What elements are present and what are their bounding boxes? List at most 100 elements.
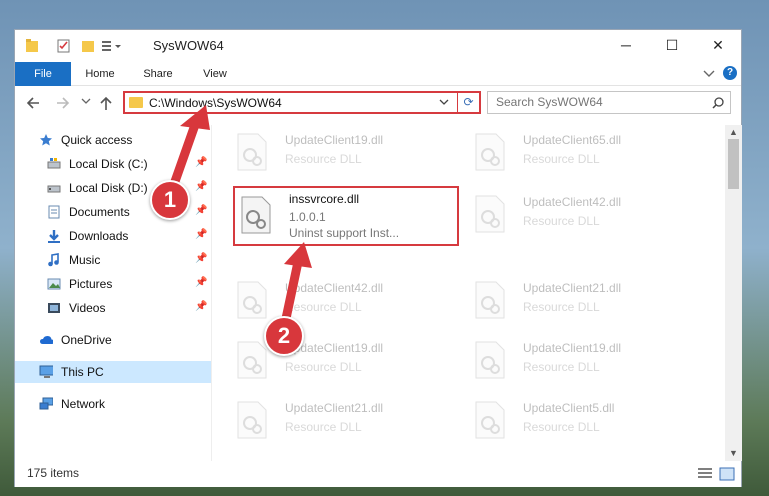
pin-icon[interactable]: 📌 xyxy=(195,181,207,192)
file-item[interactable]: UpdateClient42.dll Resource DLL xyxy=(469,187,695,245)
search-icon[interactable] xyxy=(712,97,724,109)
file-name: inssvrcore.dll xyxy=(289,192,360,206)
vertical-scrollbar[interactable]: ▲ ▼ xyxy=(725,125,742,461)
scroll-thumb[interactable] xyxy=(728,139,739,189)
tab-home[interactable]: Home xyxy=(75,62,125,86)
sidebar-item-label: Pictures xyxy=(69,277,113,291)
address-dropdown-icon[interactable] xyxy=(439,99,449,107)
search-box[interactable] xyxy=(487,91,731,114)
sidebar-item-label: Local Disk (D:) xyxy=(69,181,148,195)
file-item-inssvrcore[interactable]: inssvrcore.dll 1.0.0.1 Uninst support In… xyxy=(233,186,459,246)
drive-icon xyxy=(47,158,61,169)
file-type: Resource DLL xyxy=(285,360,362,374)
sidebar-item-local-disk-c[interactable]: Local Disk (C:) 📌 xyxy=(15,153,211,175)
file-item[interactable]: UpdateClient21.dll Resource DLL xyxy=(469,273,695,331)
file-name: UpdateClient19.dll xyxy=(285,133,384,147)
dll-file-icon xyxy=(475,341,505,379)
minimize-button[interactable]: ─ xyxy=(603,30,649,62)
scroll-up-icon[interactable]: ▲ xyxy=(729,127,738,137)
folder-icon[interactable] xyxy=(25,38,39,54)
network-icon xyxy=(39,397,53,410)
explorer-window: SysWOW64 ─ ☐ ✕ File Home Share View ? C:… xyxy=(14,29,742,487)
new-folder-icon[interactable] xyxy=(81,38,95,54)
sidebar-item-label: This PC xyxy=(61,365,104,379)
sidebar-item-music[interactable]: Music 📌 xyxy=(15,249,211,271)
pin-icon[interactable]: 📌 xyxy=(195,229,207,240)
customize-toolbar-icon[interactable] xyxy=(101,38,123,54)
dll-file-icon xyxy=(237,341,267,379)
sidebar-item-label: OneDrive xyxy=(61,333,112,347)
file-list: UpdateClient19.dll Resource DLL inssvrco… xyxy=(231,125,721,461)
downloads-icon xyxy=(48,230,60,243)
file-type: Resource DLL xyxy=(285,300,362,314)
sidebar-item-videos[interactable]: Videos 📌 xyxy=(15,297,211,319)
refresh-icon[interactable]: ⟳ xyxy=(457,93,479,112)
recent-locations-icon[interactable] xyxy=(81,98,91,106)
file-type: Resource DLL xyxy=(523,360,600,374)
details-view-icon[interactable] xyxy=(697,467,713,481)
maximize-button[interactable]: ☐ xyxy=(649,30,695,62)
forward-arrow-icon[interactable] xyxy=(55,96,71,110)
file-name: UpdateClient42.dll xyxy=(285,281,384,295)
pane-divider xyxy=(211,125,212,461)
up-arrow-icon[interactable] xyxy=(99,95,113,111)
dll-file-icon xyxy=(237,133,267,171)
drive-icon xyxy=(47,185,61,193)
file-name: UpdateClient19.dll xyxy=(523,341,622,355)
ribbon-tabs: File Home Share View ? xyxy=(15,62,741,86)
file-item[interactable]: UpdateClient19.dll Resource DLL xyxy=(469,333,695,391)
file-description: Uninst support Inst... xyxy=(289,226,400,240)
step-1-badge: 1 xyxy=(150,180,190,220)
computer-icon xyxy=(39,365,53,378)
dll-file-icon xyxy=(237,401,267,439)
sidebar-item-downloads[interactable]: Downloads 📌 xyxy=(15,225,211,247)
file-item[interactable]: UpdateClient42.dll Resource DLL xyxy=(231,273,457,331)
dll-file-icon xyxy=(241,196,271,234)
address-path[interactable]: C:\Windows\SysWOW64 xyxy=(149,96,282,110)
file-name: UpdateClient21.dll xyxy=(523,281,622,295)
properties-icon[interactable] xyxy=(57,38,71,54)
sidebar-item-onedrive[interactable]: OneDrive xyxy=(15,329,211,351)
sidebar-item-this-pc[interactable]: This PC xyxy=(15,361,211,383)
file-item[interactable]: UpdateClient65.dll Resource DLL xyxy=(469,125,695,183)
pin-icon[interactable]: 📌 xyxy=(195,277,207,288)
star-icon xyxy=(40,134,52,146)
scroll-down-icon[interactable]: ▼ xyxy=(729,448,738,458)
large-icons-view-icon[interactable] xyxy=(719,467,735,481)
tab-view[interactable]: View xyxy=(190,62,240,86)
dll-file-icon xyxy=(475,281,505,319)
close-button[interactable]: ✕ xyxy=(695,30,741,62)
tab-share[interactable]: Share xyxy=(133,62,183,86)
back-arrow-icon[interactable] xyxy=(25,96,41,110)
file-type: Resource DLL xyxy=(523,214,600,228)
sidebar-item-network[interactable]: Network xyxy=(15,393,211,415)
file-item[interactable]: UpdateClient5.dll Resource DLL xyxy=(469,393,695,451)
dll-file-icon xyxy=(475,133,505,171)
pin-icon[interactable]: 📌 xyxy=(195,301,207,312)
sidebar-item-label: Local Disk (C:) xyxy=(69,157,148,171)
pin-icon[interactable]: 📌 xyxy=(195,157,207,168)
file-item[interactable]: UpdateClient19.dll Resource DLL xyxy=(231,125,457,183)
sidebar-item-label: Videos xyxy=(69,301,106,315)
tab-file[interactable]: File xyxy=(15,62,71,86)
help-button[interactable]: ? xyxy=(723,66,737,80)
item-count: 175 items xyxy=(27,466,80,480)
folder-icon xyxy=(129,97,143,108)
address-bar[interactable]: C:\Windows\SysWOW64 ⟳ xyxy=(123,91,481,114)
file-version: 1.0.0.1 xyxy=(289,210,326,224)
search-input[interactable] xyxy=(496,95,706,109)
pin-icon[interactable]: 📌 xyxy=(195,253,207,264)
file-type: Resource DLL xyxy=(523,300,600,314)
file-type: Resource DLL xyxy=(523,152,600,166)
step-2-badge: 2 xyxy=(264,316,304,356)
chevron-down-icon[interactable] xyxy=(703,70,715,78)
file-type: Resource DLL xyxy=(285,152,362,166)
sidebar-item-label: Quick access xyxy=(61,133,133,147)
title-bar: SysWOW64 ─ ☐ ✕ xyxy=(15,30,741,62)
sidebar-item-label: Music xyxy=(69,253,101,267)
pin-icon[interactable]: 📌 xyxy=(195,205,207,216)
documents-icon xyxy=(48,205,60,219)
sidebar-item-pictures[interactable]: Pictures 📌 xyxy=(15,273,211,295)
sidebar-item-quick-access[interactable]: Quick access xyxy=(15,129,211,151)
file-item[interactable]: UpdateClient21.dll Resource DLL xyxy=(231,393,457,451)
